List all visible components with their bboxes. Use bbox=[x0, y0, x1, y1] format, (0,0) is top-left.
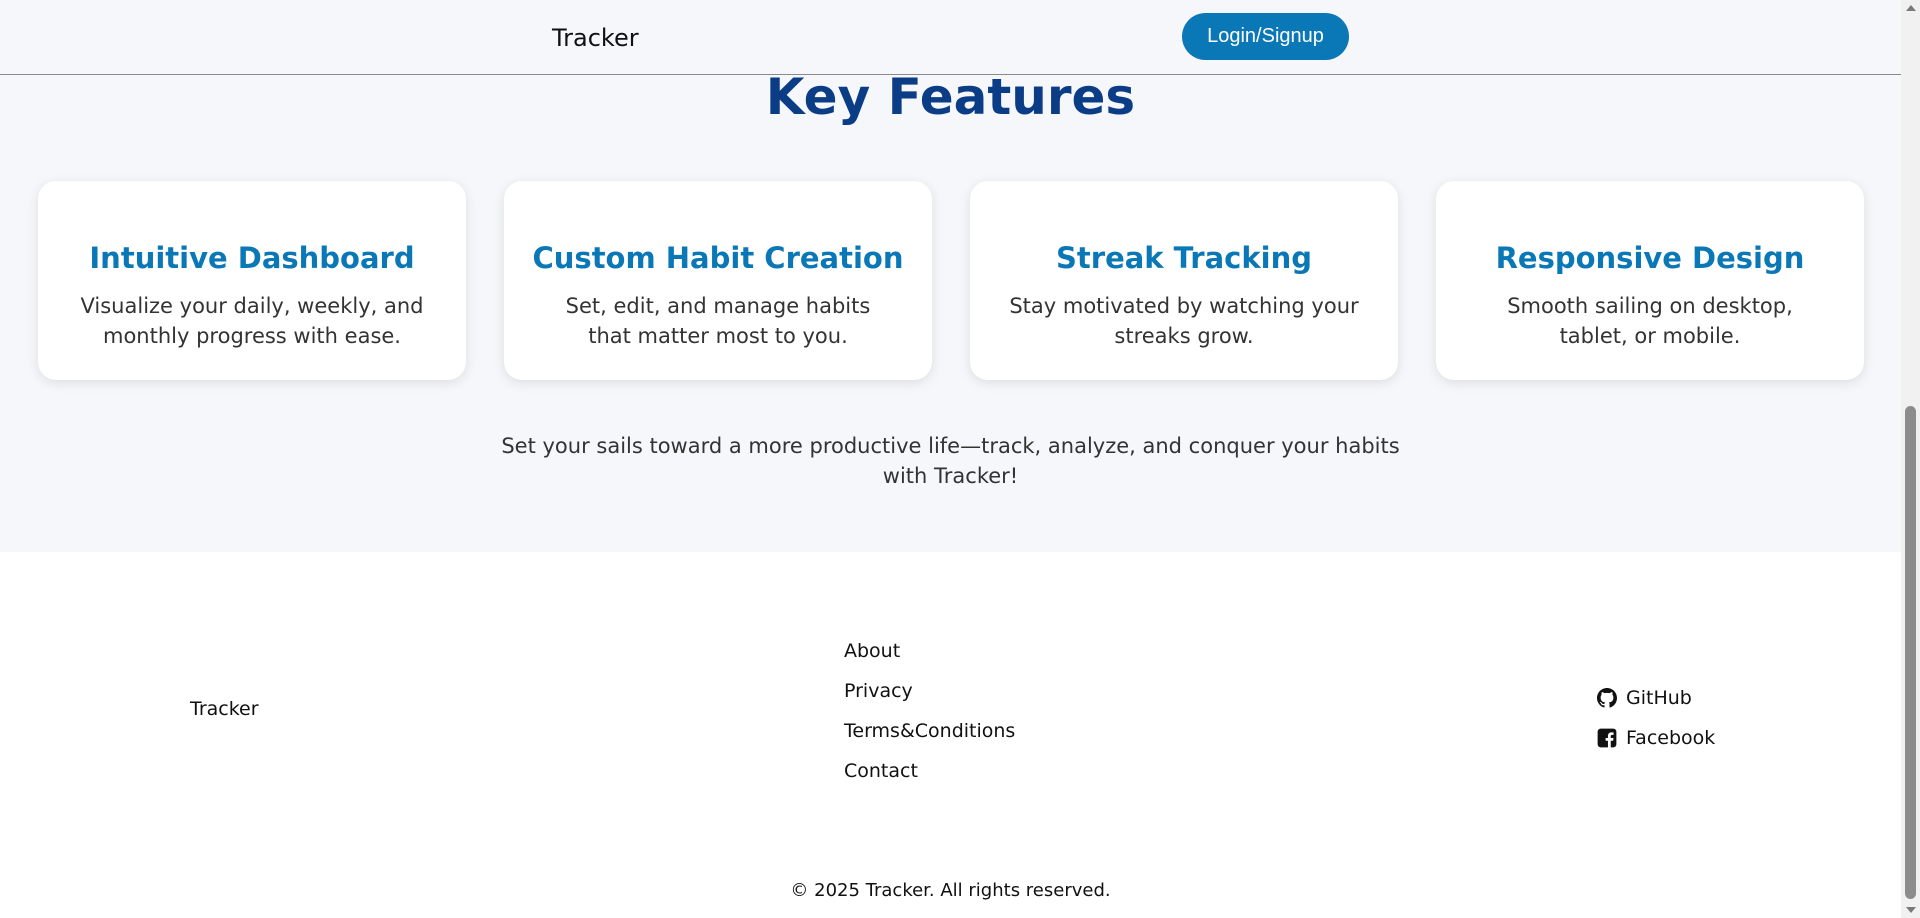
scrollbar-thumb[interactable] bbox=[1905, 406, 1916, 899]
features-section: Key Features Intuitive Dashboard Visuali… bbox=[0, 0, 1901, 552]
facebook-icon bbox=[1597, 728, 1617, 748]
feature-card-dashboard: Intuitive Dashboard Visualize your daily… bbox=[38, 181, 466, 380]
footer-link-item: About bbox=[844, 638, 1015, 678]
top-navbar: Tracker Login/Signup bbox=[0, 0, 1901, 75]
feature-card-streak-tracking: Streak Tracking Stay motivated by watchi… bbox=[970, 181, 1398, 380]
footer-link-contact[interactable]: Contact bbox=[844, 760, 918, 782]
vertical-scrollbar[interactable] bbox=[1901, 0, 1920, 918]
page: Key Features Intuitive Dashboard Visuali… bbox=[0, 0, 1920, 918]
footer-links: About Privacy Terms&Conditions Contact bbox=[844, 638, 1015, 798]
social-link-facebook[interactable]: Facebook bbox=[1626, 725, 1715, 751]
feature-card-text: Smooth sailing on desktop, tablet, or mo… bbox=[1507, 294, 1793, 348]
feature-card-text: Stay motivated by watching your streaks … bbox=[1009, 294, 1359, 348]
login-signup-button[interactable]: Login/Signup bbox=[1182, 13, 1349, 60]
footer: Tracker About Privacy Terms&Conditions C… bbox=[0, 552, 1901, 918]
footer-link-privacy[interactable]: Privacy bbox=[844, 680, 913, 702]
feature-card-habit-creation: Custom Habit Creation Set, edit, and man… bbox=[504, 181, 932, 380]
feature-cards: Intuitive Dashboard Visualize your daily… bbox=[38, 181, 1866, 380]
scroll-down-arrow-icon[interactable] bbox=[1906, 907, 1916, 913]
footer-brand: Tracker bbox=[190, 698, 259, 720]
feature-card-title: Streak Tracking bbox=[1056, 241, 1312, 275]
copyright-text: © 2025 Tracker. All rights reserved. bbox=[790, 880, 1111, 901]
footer-link-terms[interactable]: Terms&Conditions bbox=[844, 720, 1015, 742]
feature-card-title: Responsive Design bbox=[1495, 241, 1805, 275]
github-icon bbox=[1597, 688, 1617, 708]
tagline: Set your sails toward a more productive … bbox=[501, 434, 1400, 488]
footer-link-about[interactable]: About bbox=[844, 640, 900, 662]
scroll-up-arrow-icon[interactable] bbox=[1906, 5, 1916, 11]
social-item-facebook: Facebook bbox=[1597, 718, 1715, 758]
feature-card-text: Visualize your daily, weekly, and monthl… bbox=[80, 294, 424, 348]
social-item-github: GitHub bbox=[1597, 678, 1715, 718]
feature-card-text: Set, edit, and manage habits that matter… bbox=[565, 294, 871, 348]
feature-card-responsive-design: Responsive Design Smooth sailing on desk… bbox=[1436, 181, 1864, 380]
footer-link-item: Terms&Conditions bbox=[844, 718, 1015, 758]
feature-card-title: Intuitive Dashboard bbox=[89, 241, 415, 275]
footer-link-item: Privacy bbox=[844, 678, 1015, 718]
features-title: Key Features bbox=[765, 68, 1136, 126]
social-links: GitHub Facebook bbox=[1597, 678, 1715, 758]
feature-card-title: Custom Habit Creation bbox=[532, 241, 904, 275]
social-link-github[interactable]: GitHub bbox=[1626, 685, 1692, 711]
brand-logo-text[interactable]: Tracker bbox=[552, 24, 639, 52]
footer-link-item: Contact bbox=[844, 758, 1015, 798]
